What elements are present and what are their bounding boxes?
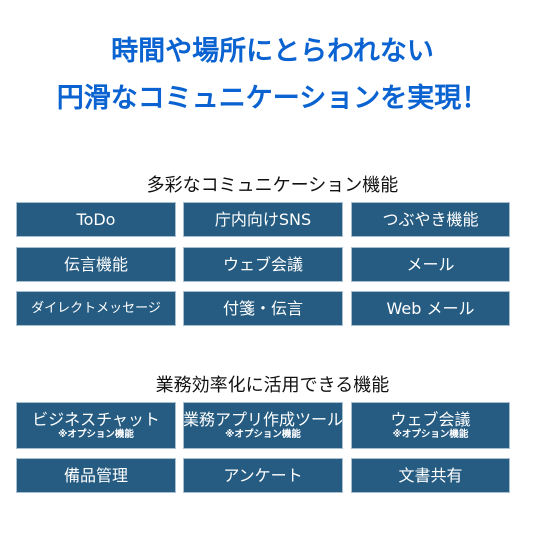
feature-label: 備品管理	[63, 465, 128, 485]
feature-label: Web メール	[386, 298, 475, 318]
option-note: ※オプション機能	[225, 429, 301, 440]
feature-label: ToDo	[76, 209, 116, 229]
section-title-communication: 多彩なコミュニケーション機能	[146, 175, 399, 196]
feature-label: つぶやき機能	[382, 209, 479, 229]
feature-app-builder: 業務アプリ作成ツール ※オプション機能	[183, 402, 343, 449]
feature-mail: メール	[351, 247, 510, 282]
feature-web-meeting-option: ウェブ会議 ※オプション機能	[351, 402, 510, 449]
feature-document-sharing: 文書共有	[351, 458, 510, 493]
feature-label: 付箋・伝言	[222, 298, 303, 318]
feature-label: ダイレクトメッセージ	[31, 300, 161, 316]
feature-direct-message: ダイレクトメッセージ	[16, 291, 176, 326]
feature-internal-sns: 庁内向けSNS	[183, 202, 343, 237]
feature-equipment: 備品管理	[16, 458, 176, 493]
feature-label: メール	[406, 254, 455, 274]
feature-label: ウェブ会議	[222, 254, 303, 274]
feature-message: 伝言機能	[16, 247, 176, 282]
feature-label: ビジネスチャット	[32, 410, 160, 429]
feature-business-chat: ビジネスチャット ※オプション機能	[16, 402, 176, 449]
feature-web-mail: Web メール	[351, 291, 510, 326]
feature-label: 庁内向けSNS	[214, 209, 312, 229]
section-title-efficiency: 業務効率化に活用できる機能	[155, 375, 390, 396]
feature-label: 伝言機能	[63, 254, 128, 274]
headline-line-2: 円滑なコミュニケーションを実現！	[56, 83, 489, 114]
feature-todo: ToDo	[16, 202, 176, 237]
feature-label: 業務アプリ作成ツール	[183, 410, 344, 429]
feature-survey: アンケート	[183, 458, 343, 493]
feature-label: 文書共有	[398, 465, 463, 485]
feature-web-meeting: ウェブ会議	[183, 247, 343, 282]
feature-label: ウェブ会議	[390, 410, 471, 429]
option-note: ※オプション機能	[392, 429, 469, 440]
feature-label: アンケート	[223, 465, 303, 485]
headline-line-1: 時間や場所にとらわれない	[111, 36, 434, 67]
option-note: ※オプション機能	[58, 429, 134, 440]
feature-tweet: つぶやき機能	[351, 202, 510, 237]
feature-sticky-note: 付箋・伝言	[183, 291, 343, 326]
